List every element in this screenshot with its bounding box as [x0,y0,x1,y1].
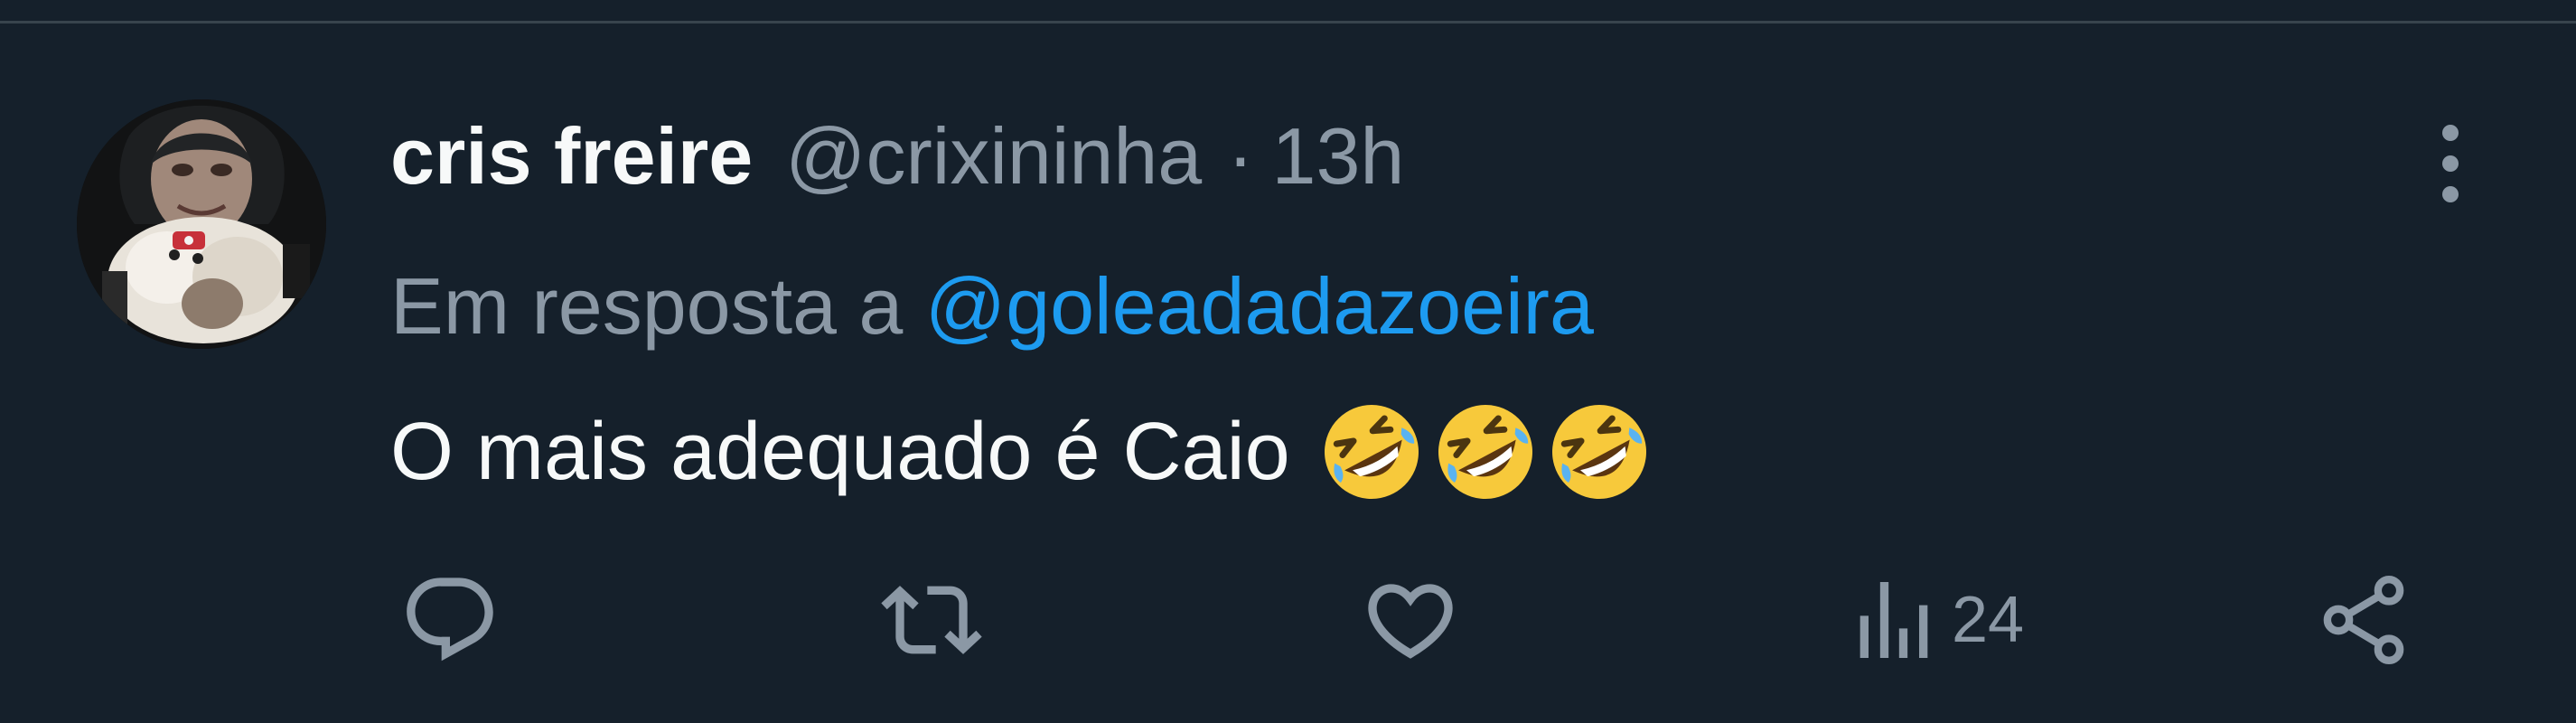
speech-bubble-icon [407,577,493,662]
tweet-text-content: O mais adequado é Caio [390,407,1290,497]
more-options-button[interactable] [2414,114,2487,213]
like-button[interactable] [1360,566,1461,674]
share-button[interactable] [2313,566,2414,674]
views-button[interactable]: 24 [1843,566,2024,674]
heart-icon [1368,584,1453,659]
reply-target-link[interactable]: @goleadadazoeira [925,261,1594,351]
reply-button[interactable] [399,566,501,674]
bar-chart-icon [1859,582,1928,658]
reply-context: Em resposta a @goleadadazoeira [390,257,1594,356]
rolling-on-floor-laughing-icon [1431,398,1540,506]
timestamp[interactable]: 13h [1272,107,1405,206]
emoji-group [1317,398,1653,506]
share-icon [2323,576,2404,664]
vertical-dots-icon [2442,125,2459,202]
separator-dot: · [1227,111,1254,201]
avatar-photo [77,99,326,349]
tweet-actions-bar: 24 [0,566,2576,674]
rolling-on-floor-laughing-icon [1545,398,1653,506]
tweet-header: cris freire @crixininha · 13h [390,107,1404,206]
retweet-button[interactable] [881,566,982,674]
rolling-on-floor-laughing-icon [1317,398,1426,506]
retweet-icon [881,586,982,654]
user-handle[interactable]: @crixininha [785,107,1202,206]
display-name[interactable]: cris freire [390,107,753,206]
tweet[interactable]: cris freire @crixininha · 13h Em respost… [0,23,2576,723]
avatar[interactable] [77,99,326,349]
views-count: 24 [1952,584,2025,656]
tweet-text: O mais adequado é Caio [390,398,1653,506]
reply-prefix: Em resposta a [390,261,904,351]
